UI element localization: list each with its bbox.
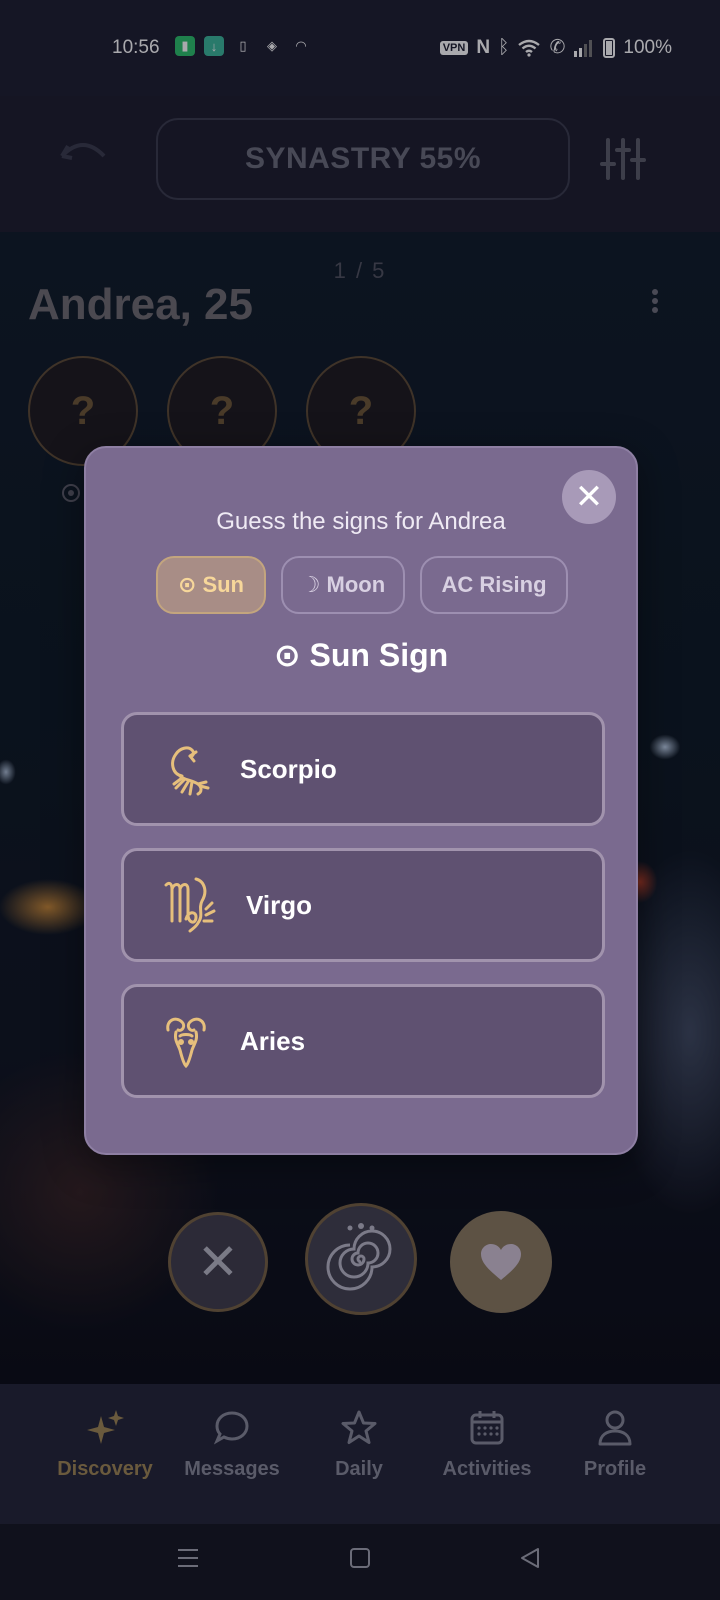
system-navigation-bar (0, 1524, 720, 1600)
pass-button[interactable]: ✕ (168, 1212, 268, 1312)
sign-type-tabs: ⊙ Sun ☽ Moon AC Rising (156, 556, 568, 614)
tab-moon[interactable]: ☽ Moon (281, 556, 405, 614)
tab-sun[interactable]: ⊙ Sun (156, 556, 266, 614)
nav-activities[interactable]: Activities (422, 1408, 552, 1481)
cosmic-button[interactable] (305, 1203, 417, 1315)
sparkles-icon (87, 1410, 124, 1444)
option-label: Aries (240, 1025, 306, 1056)
option-label: Scorpio (240, 753, 337, 784)
star-icon (341, 1410, 377, 1444)
heart-icon (481, 1244, 521, 1280)
option-scorpio[interactable]: Scorpio (121, 712, 605, 826)
chat-icon (213, 1411, 249, 1445)
aries-icon (166, 1017, 206, 1068)
moon-icon: ☽ (300, 572, 321, 597)
nav-daily[interactable]: Daily (294, 1408, 424, 1481)
tab-ac-rising[interactable]: AC Rising (420, 556, 568, 614)
sun-icon: ⊙ (178, 572, 197, 597)
nav-messages[interactable]: Messages (167, 1408, 297, 1481)
option-virgo[interactable]: Virgo (121, 848, 605, 962)
section-title: ⊙ Sun Sign (273, 637, 449, 673)
spiral-icon (326, 1223, 392, 1291)
sun-icon: ⊙ (273, 637, 301, 673)
guess-signs-modal: ✕ Guess the signs for Andrea ⊙ Sun ☽ Moo… (84, 446, 638, 1155)
scorpio-icon (171, 746, 210, 796)
app-screen: 10:56 ▮ ↓ ▯ ◈ ◠ VPN N ᛒ ✆ 100% SYNASTRY … (0, 0, 720, 1600)
modal-title: Guess the signs for Andrea (216, 508, 506, 535)
nav-discovery[interactable]: Discovery (40, 1408, 170, 1481)
like-button[interactable] (450, 1211, 552, 1313)
option-label: Virgo (246, 889, 312, 920)
virgo-icon (164, 877, 216, 933)
option-aries[interactable]: Aries (121, 984, 605, 1098)
back-icon[interactable] (518, 1546, 542, 1570)
recent-apps-icon[interactable] (176, 1546, 200, 1570)
calendar-icon (470, 1411, 504, 1445)
close-icon: ✕ (197, 1234, 239, 1290)
home-icon[interactable] (348, 1546, 372, 1570)
nav-profile[interactable]: Profile (550, 1408, 680, 1481)
bottom-navigation: Discovery Messages Daily Activities Prof… (0, 1384, 720, 1524)
person-icon (598, 1410, 632, 1446)
